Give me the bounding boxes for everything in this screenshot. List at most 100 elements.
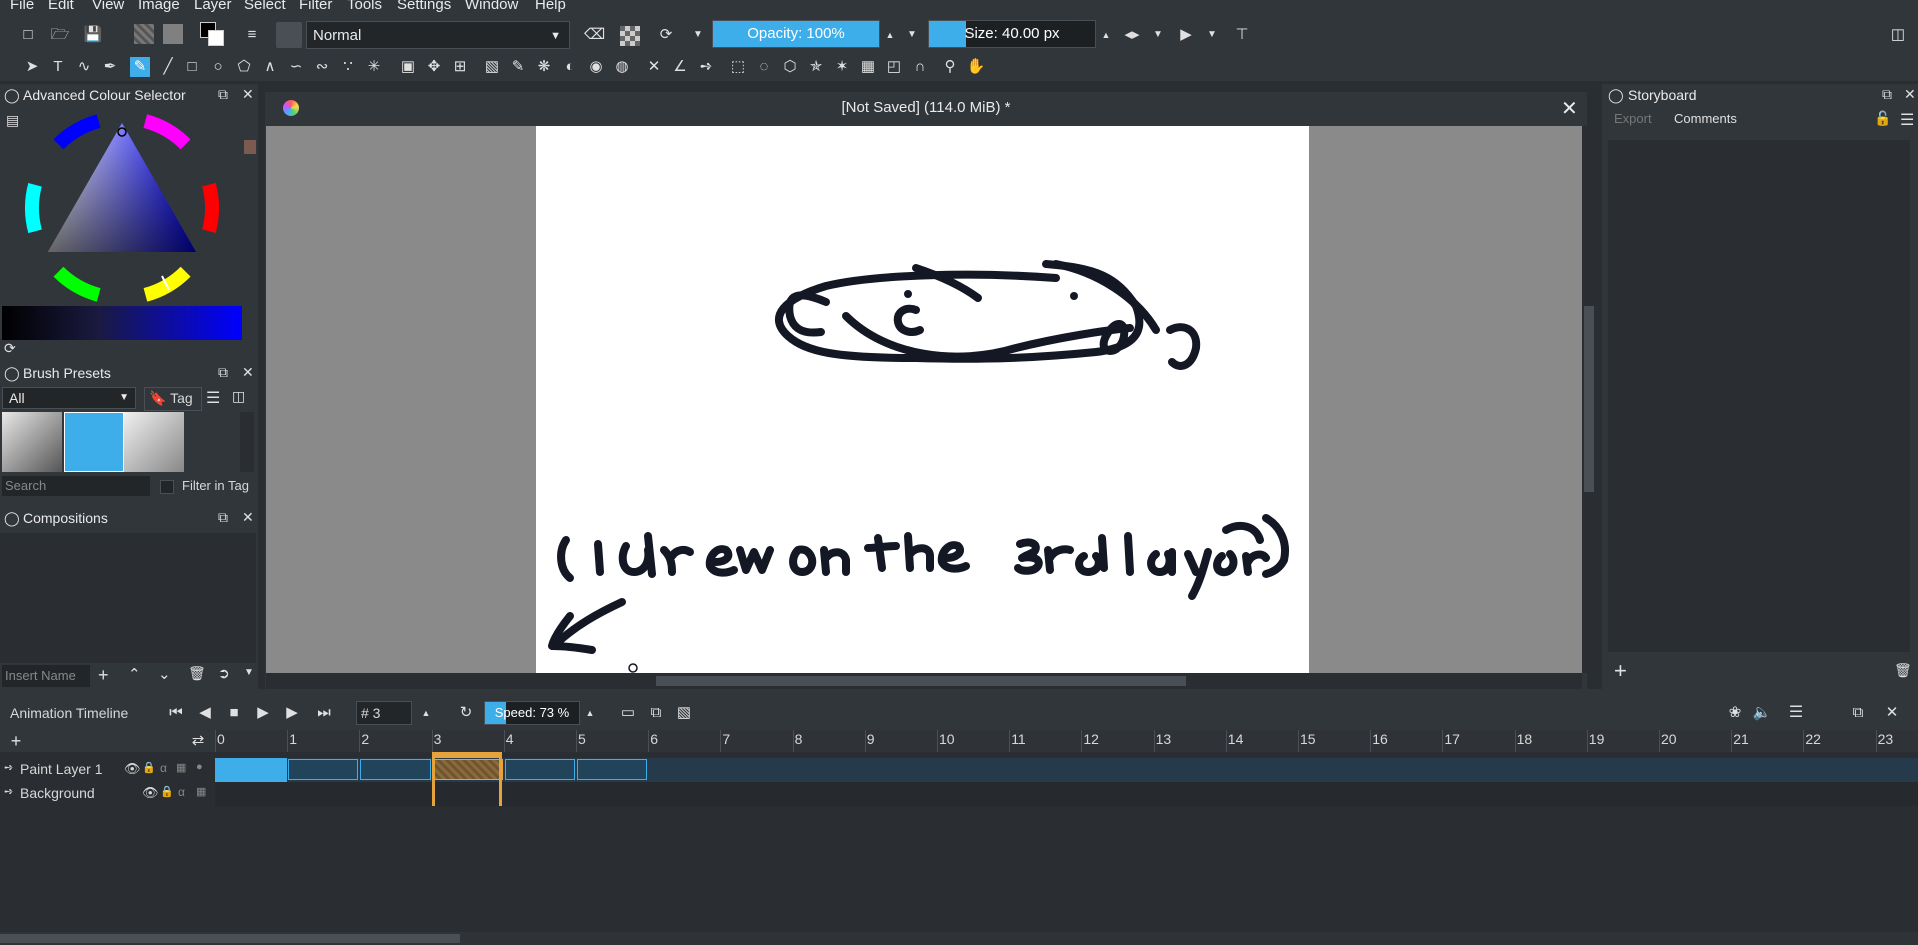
scroll-thumb[interactable]	[0, 934, 460, 943]
speed-slider[interactable]: Speed: 73 %	[484, 701, 580, 725]
comments-button[interactable]: Comments	[1674, 111, 1737, 126]
magic-wand-icon[interactable]: ✶	[832, 57, 852, 77]
keyframe-cell[interactable]	[288, 759, 359, 780]
preset-menu-icon[interactable]: ◫	[232, 388, 245, 405]
reload-icon[interactable]: ⟳	[656, 25, 676, 45]
background-color[interactable]	[208, 30, 224, 46]
delete-icon[interactable]: 🗑	[1894, 662, 1912, 679]
transform-icon[interactable]: ▣	[398, 57, 418, 77]
chevron-down-icon[interactable]: ▼	[244, 667, 254, 678]
drawing-canvas[interactable]	[536, 126, 1309, 673]
lock-icon[interactable]: 🔒	[160, 785, 174, 798]
colour-wheel[interactable]	[22, 108, 222, 308]
canvas-horizontal-scrollbar[interactable]	[266, 673, 1582, 689]
close-icon[interactable]: ✕	[242, 86, 254, 103]
close-icon[interactable]: ✕	[1561, 96, 1578, 121]
timeline-layer-row[interactable]: ➺ Paint Layer 1 👁 🔒 α ▦ ●	[0, 758, 215, 782]
opacity-slider[interactable]: Opacity: 100%	[712, 20, 880, 48]
move-icon[interactable]: ✥	[424, 57, 444, 77]
lock-icon[interactable]: ◯	[4, 365, 20, 382]
close-icon[interactable]: ✕	[1904, 86, 1916, 103]
chevron-down-icon[interactable]: ▼	[1202, 25, 1222, 45]
onion-skin-icon[interactable]: ⧉	[646, 703, 666, 723]
lock-icon[interactable]: ◯	[4, 87, 20, 104]
color-select-icon[interactable]: ▦	[858, 57, 878, 77]
rectangle-tool-icon[interactable]: □	[182, 57, 202, 77]
export-icon[interactable]: ➲	[218, 665, 230, 682]
menu-list-icon[interactable]: ▤	[6, 112, 19, 129]
pin-to-timeline-icon[interactable]: ●	[196, 761, 203, 773]
freehand-brush-icon[interactable]: ✎	[130, 57, 150, 77]
preserve-alpha-icon[interactable]	[620, 26, 640, 46]
background-frames[interactable]	[215, 782, 1918, 806]
menu-select[interactable]: Select	[244, 0, 286, 13]
onion-skin-icon[interactable]: ▦	[176, 761, 186, 774]
chevron-down-icon[interactable]: ▼	[1148, 25, 1168, 45]
wrap-around-icon[interactable]: ⊤	[1232, 25, 1252, 45]
calligraphy-icon[interactable]: ✒	[100, 57, 120, 77]
composition-name-input[interactable]: Insert Name	[2, 665, 90, 687]
gradient-swatch[interactable]	[134, 24, 154, 44]
onion-skin-icon[interactable]: ▦	[196, 785, 206, 798]
loop-icon[interactable]: ↻	[456, 703, 476, 723]
bezier-tool-icon[interactable]: ∽	[286, 57, 306, 77]
float-panel-icon[interactable]: ⧉	[1848, 703, 1868, 723]
close-icon[interactable]: ✕	[242, 364, 254, 381]
gradient-icon[interactable]: ▧	[482, 57, 502, 77]
spin-arrows-icon[interactable]: ▲	[880, 25, 900, 45]
color-picker-icon[interactable]: ✎	[508, 57, 528, 77]
first-frame-icon[interactable]: ⏮	[166, 703, 186, 723]
brush-preset-icon[interactable]	[276, 22, 302, 48]
add-layer-icon[interactable]: +	[6, 731, 26, 751]
clear-icon[interactable]	[244, 104, 256, 114]
menu-tools[interactable]: Tools	[347, 0, 382, 13]
float-panel-icon[interactable]: ⧉	[1882, 86, 1892, 103]
float-panel-icon[interactable]: ⧉	[218, 86, 228, 103]
menu-view[interactable]: View	[92, 0, 124, 13]
preset-filter-select[interactable]: All ▼	[2, 387, 136, 409]
menu-settings[interactable]: Settings	[397, 0, 451, 13]
assistant-icon[interactable]: ◍	[612, 57, 632, 77]
auto-frame-icon[interactable]: ▧	[674, 703, 694, 723]
blend-mode-select[interactable]: Normal ▼	[306, 21, 570, 49]
freehand-path-icon[interactable]: ∾	[312, 57, 332, 77]
fill-icon[interactable]: ◐	[560, 57, 580, 77]
measure-icon[interactable]: ✕	[644, 57, 664, 77]
lock-icon[interactable]: 🔒	[142, 761, 156, 774]
pattern-swatch[interactable]	[163, 24, 183, 44]
ellipse-select-icon[interactable]: ◌	[754, 57, 774, 77]
visibility-icon[interactable]: 👁	[142, 785, 159, 801]
visibility-icon[interactable]: 👁	[124, 761, 141, 777]
eraser-icon[interactable]: ⌫	[584, 25, 605, 45]
line-tool-icon[interactable]: ╱	[158, 57, 178, 77]
chevron-down-icon[interactable]: ▼	[902, 25, 922, 45]
keyframe-cell[interactable]	[577, 759, 648, 780]
close-icon[interactable]: ✕	[1882, 703, 1902, 723]
polygon-tool-icon[interactable]: ⬠	[234, 57, 254, 77]
scroll-thumb[interactable]	[1584, 306, 1594, 492]
tag-button[interactable]: 🔖 Tag	[144, 387, 202, 411]
move-down-icon[interactable]: ⌄	[158, 665, 171, 683]
list-view-icon[interactable]: ☰	[206, 388, 220, 408]
timeline-menu-icon[interactable]: ☰	[1786, 703, 1806, 723]
pin-icon[interactable]: ➺	[4, 785, 13, 798]
refresh-icon[interactable]: ⟳	[4, 340, 16, 357]
bezier-select-icon[interactable]: ◰	[884, 57, 904, 77]
close-icon[interactable]: ✕	[242, 509, 254, 526]
frame-ruler[interactable]: 0 1 2 3 4 5 6 7 8 9 10 11 12 13 14 15 16 17 18 19 20 21 22 23	[215, 730, 1918, 752]
lock-icon[interactable]: 🔓	[1874, 110, 1891, 127]
menu-help[interactable]: Help	[535, 0, 566, 13]
pin-icon[interactable]: ➺	[696, 57, 716, 77]
onion-skins-icon[interactable]: ❀	[1725, 703, 1745, 723]
previous-frame-icon[interactable]: ◀	[195, 703, 215, 723]
zoom-icon[interactable]: ⚲	[940, 57, 960, 77]
new-document-icon[interactable]: □	[18, 25, 38, 45]
magnetic-select-icon[interactable]: ∩	[910, 57, 930, 77]
pin-icon[interactable]: ➺	[4, 761, 13, 774]
spin-arrows-icon[interactable]: ▲	[416, 703, 436, 723]
play-icon[interactable]: ▶	[253, 703, 273, 723]
audio-icon[interactable]: 🔈	[1752, 703, 1772, 723]
multibrush-icon[interactable]: ✳	[364, 57, 384, 77]
polygon-select-icon[interactable]: ⬡	[780, 57, 800, 77]
preset-scrollbar[interactable]	[240, 412, 254, 472]
